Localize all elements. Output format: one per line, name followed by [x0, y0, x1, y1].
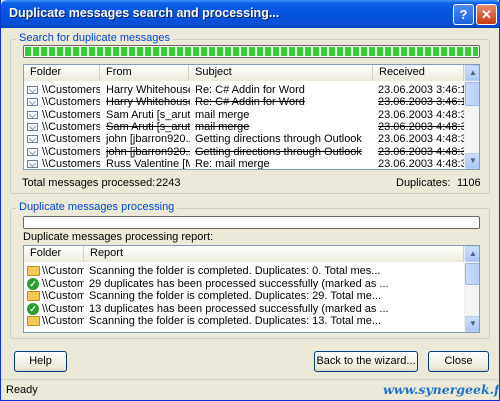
- report-scroll-up-button[interactable]: ▲: [465, 246, 479, 262]
- column-header-report-folder[interactable]: Folder: [24, 246, 84, 262]
- folder-icon: [27, 291, 40, 302]
- folder-icon: [27, 266, 40, 276]
- search-progress-bar: [23, 45, 480, 58]
- title-bar[interactable]: Duplicate messages search and processing…: [1, 0, 500, 28]
- title-help-button[interactable]: ?: [453, 4, 474, 25]
- column-header-from[interactable]: From: [100, 65, 189, 81]
- cell-folder: \\Customers ...: [42, 157, 100, 170]
- title-close-button[interactable]: ✕: [476, 4, 497, 25]
- back-to-wizard-button[interactable]: Back to the wizard...: [314, 351, 418, 372]
- mail-icon: [27, 122, 38, 131]
- cell-report-folder: \\Custom...: [42, 315, 84, 328]
- cell-subject: Re: mail merge: [195, 157, 270, 170]
- success-check-icon: ✓: [27, 277, 39, 290]
- report-label: Duplicate messages processing report:: [23, 231, 214, 243]
- watermark: www.synergeek.fr: [383, 382, 500, 397]
- help-button[interactable]: Help: [14, 351, 67, 372]
- scroll-up-button[interactable]: ▲: [465, 65, 479, 81]
- mail-icon: [27, 159, 38, 168]
- cell-received: 23.06.2003 4:48:33: [378, 157, 464, 170]
- column-header-report[interactable]: Report: [84, 246, 464, 262]
- report-scroll-down-button[interactable]: ▼: [465, 316, 479, 332]
- close-button[interactable]: Close: [428, 351, 489, 372]
- column-header-received[interactable]: Received: [373, 65, 464, 81]
- duplicates-list-scrollbar[interactable]: ▲ ▼: [464, 65, 479, 169]
- cell-report-text: Scanning the folder is completed. Duplic…: [89, 315, 382, 328]
- scroll-down-button[interactable]: ▼: [465, 153, 479, 169]
- mail-icon: [27, 86, 38, 94]
- report-list[interactable]: Folder Report \\Custom... Scanning the fo…: [23, 245, 480, 333]
- search-group-label: Search for duplicate messages: [16, 32, 174, 44]
- duplicates-label: Duplicates:: [396, 177, 451, 189]
- processing-group-label: Duplicate messages processing: [16, 201, 178, 213]
- dialog-window: Duplicate messages search and processing…: [0, 0, 500, 401]
- success-check-icon: ✓: [27, 302, 39, 315]
- total-messages-value: 2243: [156, 177, 181, 189]
- duplicates-list-header: Folder From Subject Received: [24, 65, 464, 81]
- cell-from: Russ Valentine [M...: [106, 157, 190, 170]
- report-row[interactable]: \\Custom... Scanning the folder is comple…: [24, 314, 464, 328]
- window-title: Duplicate messages search and processing…: [9, 6, 280, 20]
- folder-icon: [27, 316, 40, 327]
- processing-progress-bar: [23, 216, 480, 229]
- column-header-subject[interactable]: Subject: [189, 65, 373, 81]
- scroll-thumb[interactable]: [465, 82, 479, 106]
- duplicates-value: 1106: [457, 177, 481, 189]
- report-list-scrollbar[interactable]: ▲ ▼: [464, 246, 479, 332]
- search-progress-fill: [25, 47, 478, 56]
- report-scroll-thumb[interactable]: [465, 263, 479, 285]
- mail-icon: [27, 98, 38, 107]
- total-messages-label: Total messages processed:: [22, 177, 156, 189]
- mail-icon: [27, 147, 38, 156]
- table-row[interactable]: \\Customers ... Russ Valentine [M... Re: m…: [24, 157, 464, 170]
- mail-icon: [27, 135, 38, 144]
- duplicates-list[interactable]: Folder From Subject Received \\Customers…: [23, 64, 480, 170]
- column-header-folder[interactable]: Folder: [24, 65, 100, 81]
- status-text: Ready: [6, 384, 38, 396]
- report-list-header: Folder Report: [24, 246, 464, 262]
- mail-icon: [27, 110, 38, 119]
